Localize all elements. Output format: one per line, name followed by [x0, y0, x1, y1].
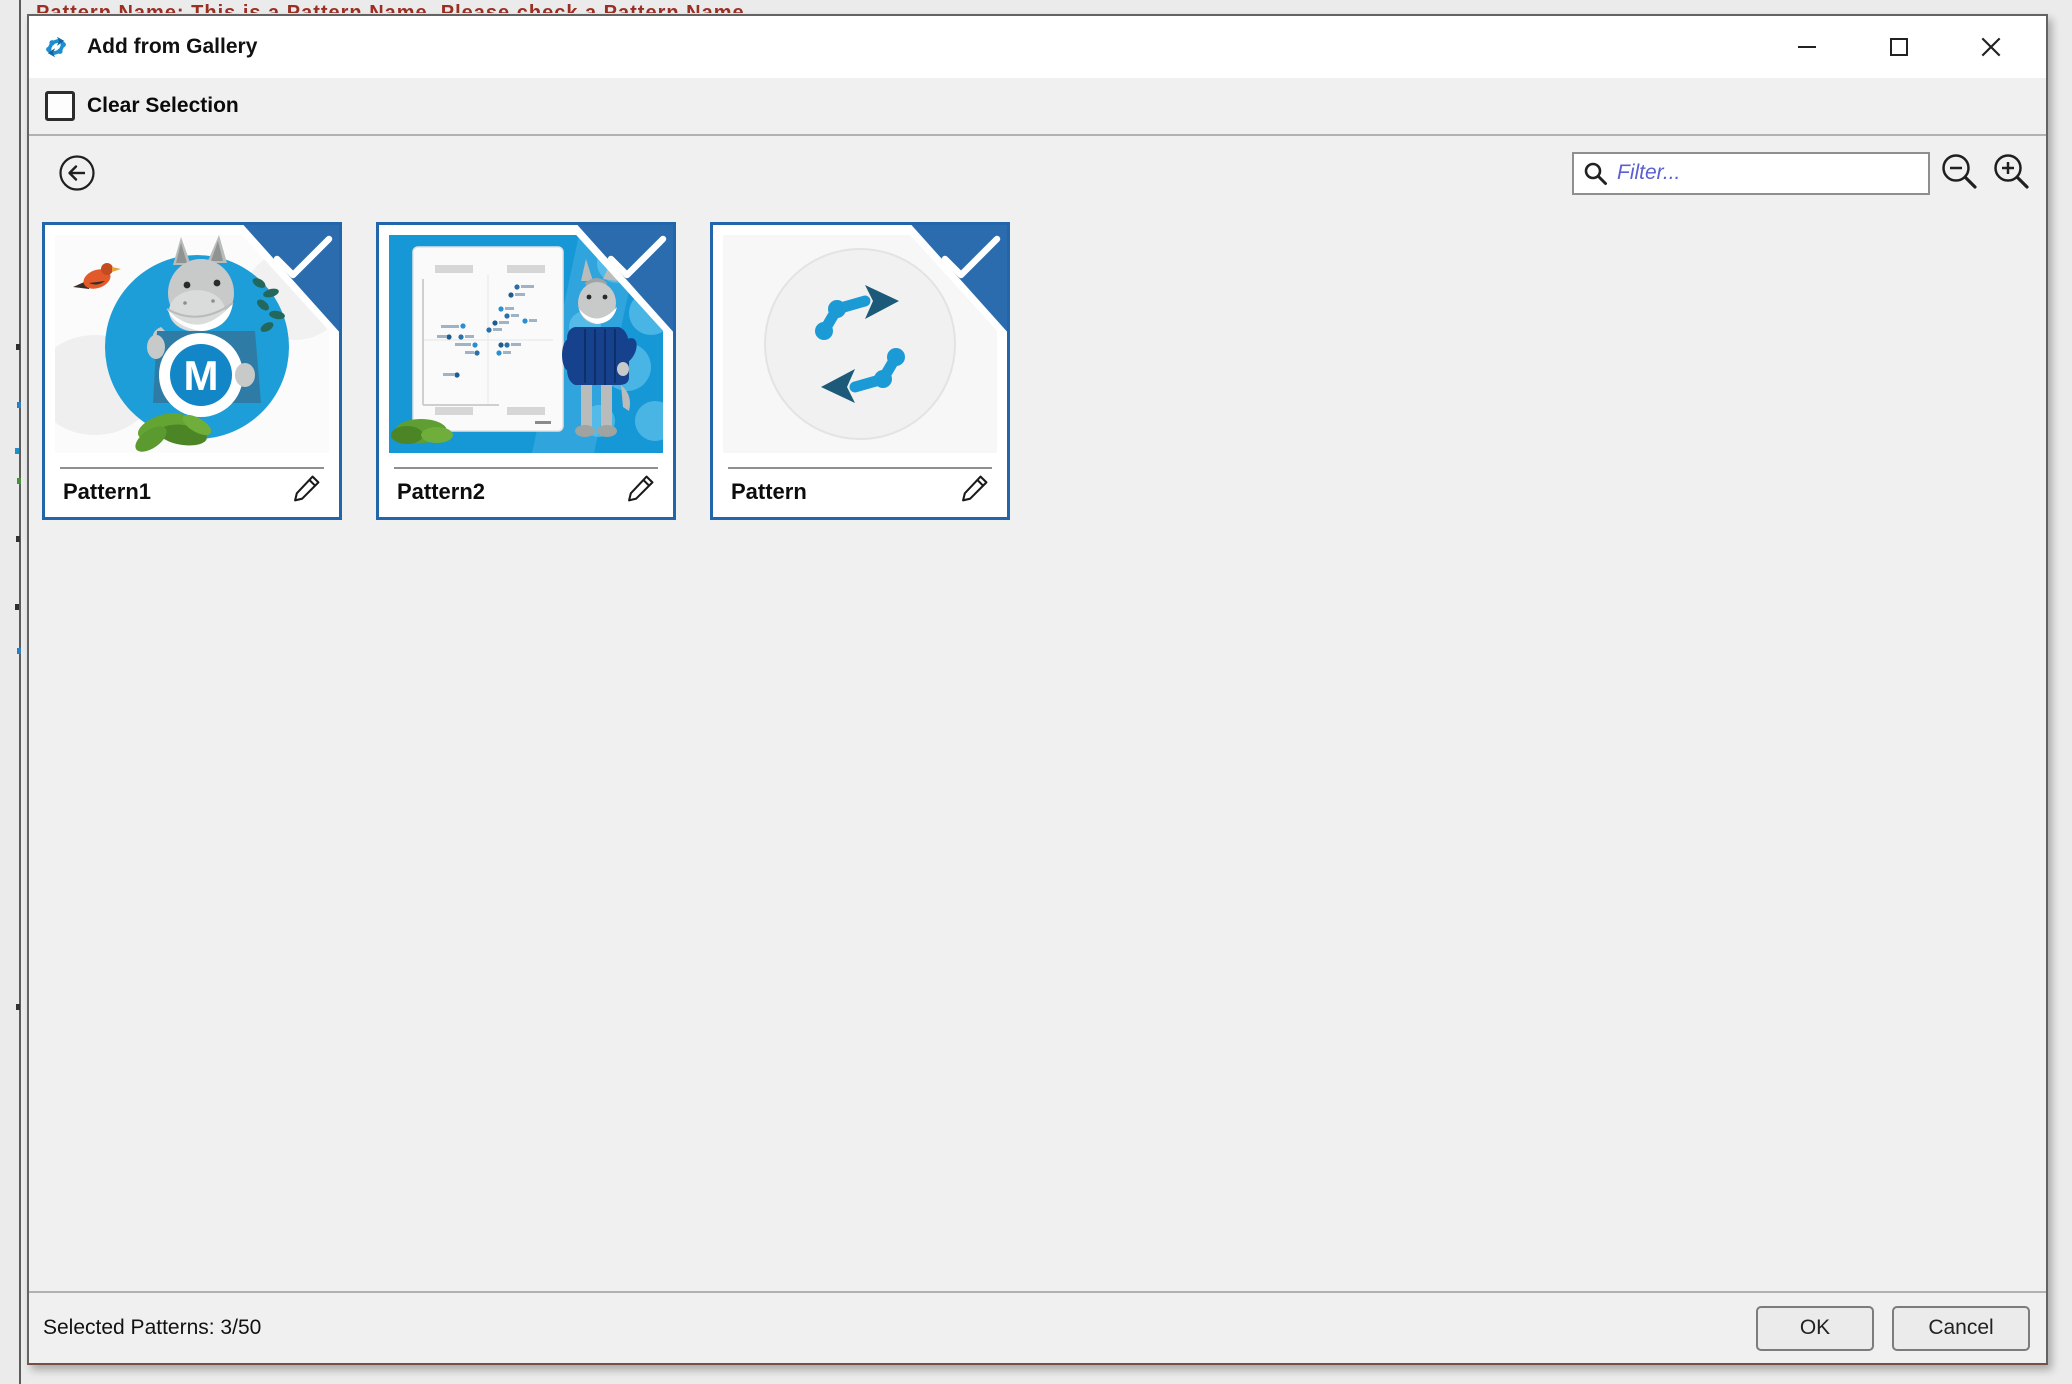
- gallery-content: M Pattern1: [29, 136, 2046, 1291]
- background-artifact: [16, 344, 20, 350]
- zoom-in-icon: [1990, 151, 2034, 195]
- zoom-out-icon: [1938, 151, 1982, 195]
- pattern2-thumbnail: [389, 235, 663, 453]
- card-divider: [728, 467, 992, 469]
- zoom-out-button[interactable]: [1938, 151, 1982, 195]
- background-text-fragment: Pattern Name: This is a Pattern Name. Pl…: [36, 0, 1096, 13]
- background-artifact: [16, 536, 20, 542]
- pencil-icon: [958, 471, 992, 505]
- pattern-grid: M Pattern1: [42, 222, 2034, 520]
- background-artifact: [15, 604, 19, 610]
- background-artifact: [17, 648, 21, 654]
- edit-pattern-button[interactable]: [623, 471, 659, 507]
- pattern-card-1[interactable]: M Pattern1: [42, 222, 342, 520]
- pencil-icon: [290, 471, 324, 505]
- background-window-edge: [19, 0, 21, 1384]
- ok-button[interactable]: OK: [1756, 1306, 1874, 1351]
- maximize-icon: [1887, 35, 1911, 59]
- background-artifact: [17, 478, 21, 484]
- edit-pattern-button[interactable]: [289, 471, 325, 507]
- background-artifact: [17, 402, 21, 408]
- pattern-card-2[interactable]: Pattern2: [376, 222, 676, 520]
- whiteboard: [413, 247, 563, 431]
- card-divider: [394, 467, 658, 469]
- title-bar: Add from Gallery: [29, 16, 2046, 78]
- pencil-icon: [624, 471, 658, 505]
- back-arrow-icon: [56, 152, 98, 194]
- clear-selection-checkbox[interactable]: [45, 91, 75, 121]
- pattern1-thumbnail: M: [55, 235, 329, 453]
- app-cycle-icon: [41, 32, 71, 62]
- minimize-button[interactable]: [1792, 32, 1822, 62]
- card-name: Pattern: [731, 479, 807, 505]
- window-controls: [1792, 32, 2046, 62]
- pattern3-thumbnail: [723, 235, 997, 453]
- zoom-in-button[interactable]: [1990, 151, 2034, 195]
- cancel-button[interactable]: Cancel: [1892, 1306, 2030, 1351]
- close-icon: [1978, 34, 2004, 60]
- search-icon: [1582, 160, 1609, 187]
- card-name: Pattern2: [397, 479, 485, 505]
- selection-bar: Clear Selection: [29, 78, 2046, 136]
- background-artifact: [15, 448, 19, 454]
- filter-input[interactable]: [1609, 154, 1928, 193]
- card-divider: [60, 467, 324, 469]
- mulesoft-badge: [613, 239, 661, 287]
- card-name: Pattern1: [63, 479, 151, 505]
- window-title: Add from Gallery: [87, 35, 1792, 59]
- back-button[interactable]: [56, 152, 98, 194]
- close-button[interactable]: [1976, 32, 2006, 62]
- clear-selection-label: Clear Selection: [87, 94, 239, 118]
- maximize-button[interactable]: [1884, 32, 1914, 62]
- footer-bar: Selected Patterns: 3/50 OK Cancel: [29, 1291, 2046, 1363]
- add-from-gallery-dialog: Add from Gallery Clear Selection: [27, 14, 2048, 1365]
- svg-text:M: M: [184, 352, 219, 399]
- status-text: Selected Patterns: 3/50: [43, 1316, 261, 1340]
- pattern-card-3[interactable]: Pattern: [710, 222, 1010, 520]
- minimize-icon: [1795, 35, 1819, 59]
- background-artifact: [16, 1004, 20, 1010]
- filter-field: [1572, 152, 1930, 195]
- edit-pattern-button[interactable]: [957, 471, 993, 507]
- gallery-toolbar: [42, 150, 2034, 196]
